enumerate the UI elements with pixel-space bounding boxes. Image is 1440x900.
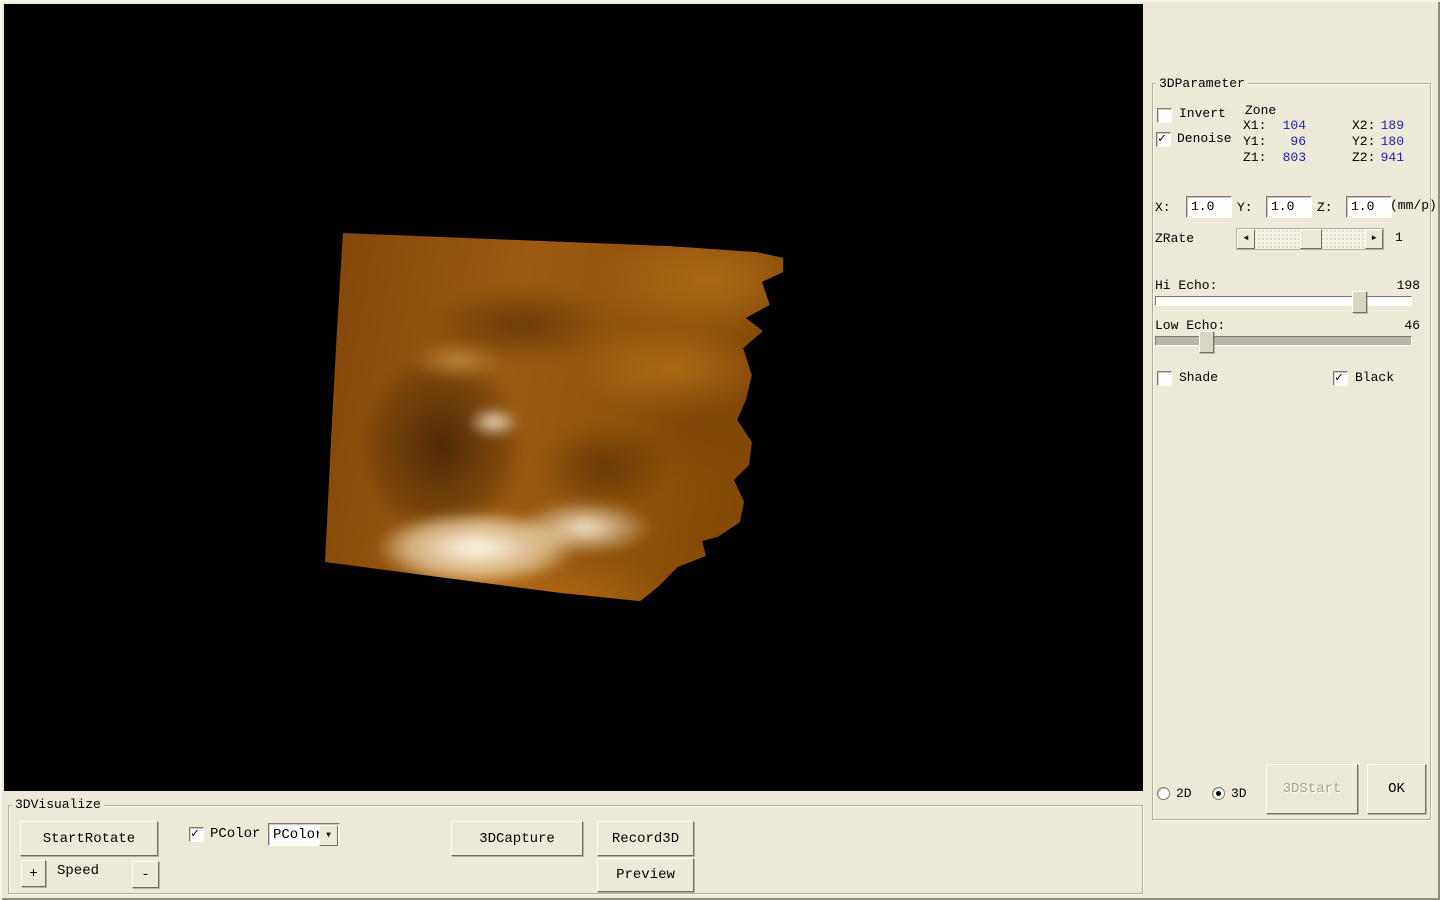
z-scale-label: Z: — [1317, 200, 1333, 215]
parameter-groupbox — [1152, 83, 1431, 820]
low-echo-label: Low Echo: — [1155, 318, 1226, 333]
visualize-group-title: 3DVisualize — [12, 798, 104, 812]
zrate-label: ZRate — [1155, 231, 1195, 246]
zone-z1-label: Z1: — [1243, 150, 1267, 165]
x-scale-input[interactable]: 1.0 — [1186, 196, 1232, 218]
zone-label: Zone — [1245, 103, 1277, 118]
zone-y1-value: 96 — [1290, 134, 1306, 149]
pcolor-checkbox[interactable] — [189, 826, 204, 842]
mode-3d-label: 3D — [1231, 786, 1247, 801]
ultrasound-3d-render[interactable] — [325, 233, 784, 602]
ok-button[interactable]: OK — [1367, 764, 1426, 814]
start-rotate-button[interactable]: StartRotate — [20, 821, 158, 856]
zone-z1-value: 803 — [1282, 150, 1306, 165]
zrate-scrollbar[interactable]: ◄ ► — [1236, 228, 1384, 250]
zone-x2-label: X2: — [1352, 118, 1376, 133]
shade-checkbox[interactable] — [1157, 371, 1172, 386]
hi-echo-slider-thumb[interactable] — [1352, 291, 1367, 313]
mode-2d-radio[interactable] — [1157, 787, 1170, 800]
shade-label: Shade — [1179, 370, 1219, 385]
speed-plus-button[interactable]: + — [21, 860, 46, 887]
denoise-checkbox[interactable] — [1156, 131, 1171, 147]
y-scale-label: Y: — [1237, 200, 1253, 215]
black-checkbox[interactable] — [1333, 370, 1348, 386]
pcolor-dropdown-arrow-icon[interactable]: ▼ — [319, 825, 338, 846]
render-viewport[interactable] — [4, 4, 1143, 791]
parameter-group-title: 3DParameter — [1156, 77, 1248, 91]
zone-y1-label: Y1: — [1243, 134, 1267, 149]
zone-x1-label: X1: — [1243, 118, 1267, 133]
hi-echo-slider-track[interactable] — [1155, 296, 1412, 306]
invert-checkbox[interactable] — [1157, 108, 1172, 123]
mode-3d-radio[interactable] — [1212, 787, 1225, 800]
zone-z2-label: Z2: — [1352, 150, 1376, 165]
zrate-value: 1 — [1395, 230, 1403, 245]
denoise-label: Denoise — [1177, 131, 1232, 146]
mode-2d-label: 2D — [1176, 786, 1192, 801]
zrate-right-arrow-icon[interactable]: ► — [1365, 229, 1383, 249]
record-3d-button[interactable]: Record3D — [597, 821, 694, 856]
invert-label: Invert — [1179, 106, 1226, 121]
zone-y2-label: Y2: — [1352, 134, 1376, 149]
hi-echo-value: 198 — [1396, 278, 1420, 293]
low-echo-slider-thumb[interactable] — [1199, 331, 1214, 353]
y-scale-input[interactable]: 1.0 — [1266, 196, 1312, 218]
hi-echo-label: Hi Echo: — [1155, 278, 1218, 293]
z-scale-input[interactable]: 1.0 — [1346, 196, 1392, 218]
scale-unit-label: (mm/p) — [1390, 198, 1437, 213]
zone-y2-value: 180 — [1380, 134, 1404, 149]
zrate-scrollbar-thumb[interactable] — [1300, 229, 1322, 249]
application-window: 3DParameter Invert Denoise Zone X1: 104 … — [0, 0, 1440, 900]
zrate-left-arrow-icon[interactable]: ◄ — [1237, 229, 1255, 249]
pcolor-dropdown-value: PColor — [273, 827, 324, 843]
ultrasound-render-shading — [325, 233, 784, 602]
capture-3d-button[interactable]: 3DCapture — [451, 821, 583, 856]
start3d-button[interactable]: 3DStart — [1266, 764, 1358, 814]
zone-x2-value: 189 — [1380, 118, 1404, 133]
preview-button[interactable]: Preview — [597, 858, 694, 892]
pcolor-dropdown[interactable]: PColor ▼ — [268, 823, 340, 846]
zone-x1-value: 104 — [1282, 118, 1306, 133]
speed-label: Speed — [57, 863, 100, 879]
black-label: Black — [1355, 370, 1395, 385]
x-scale-label: X: — [1155, 200, 1171, 215]
low-echo-slider-track[interactable] — [1155, 336, 1412, 346]
zone-z2-value: 941 — [1380, 150, 1404, 165]
speed-minus-button[interactable]: - — [132, 861, 159, 888]
low-echo-value: 46 — [1404, 318, 1420, 333]
pcolor-checkbox-label: PColor — [210, 826, 261, 842]
